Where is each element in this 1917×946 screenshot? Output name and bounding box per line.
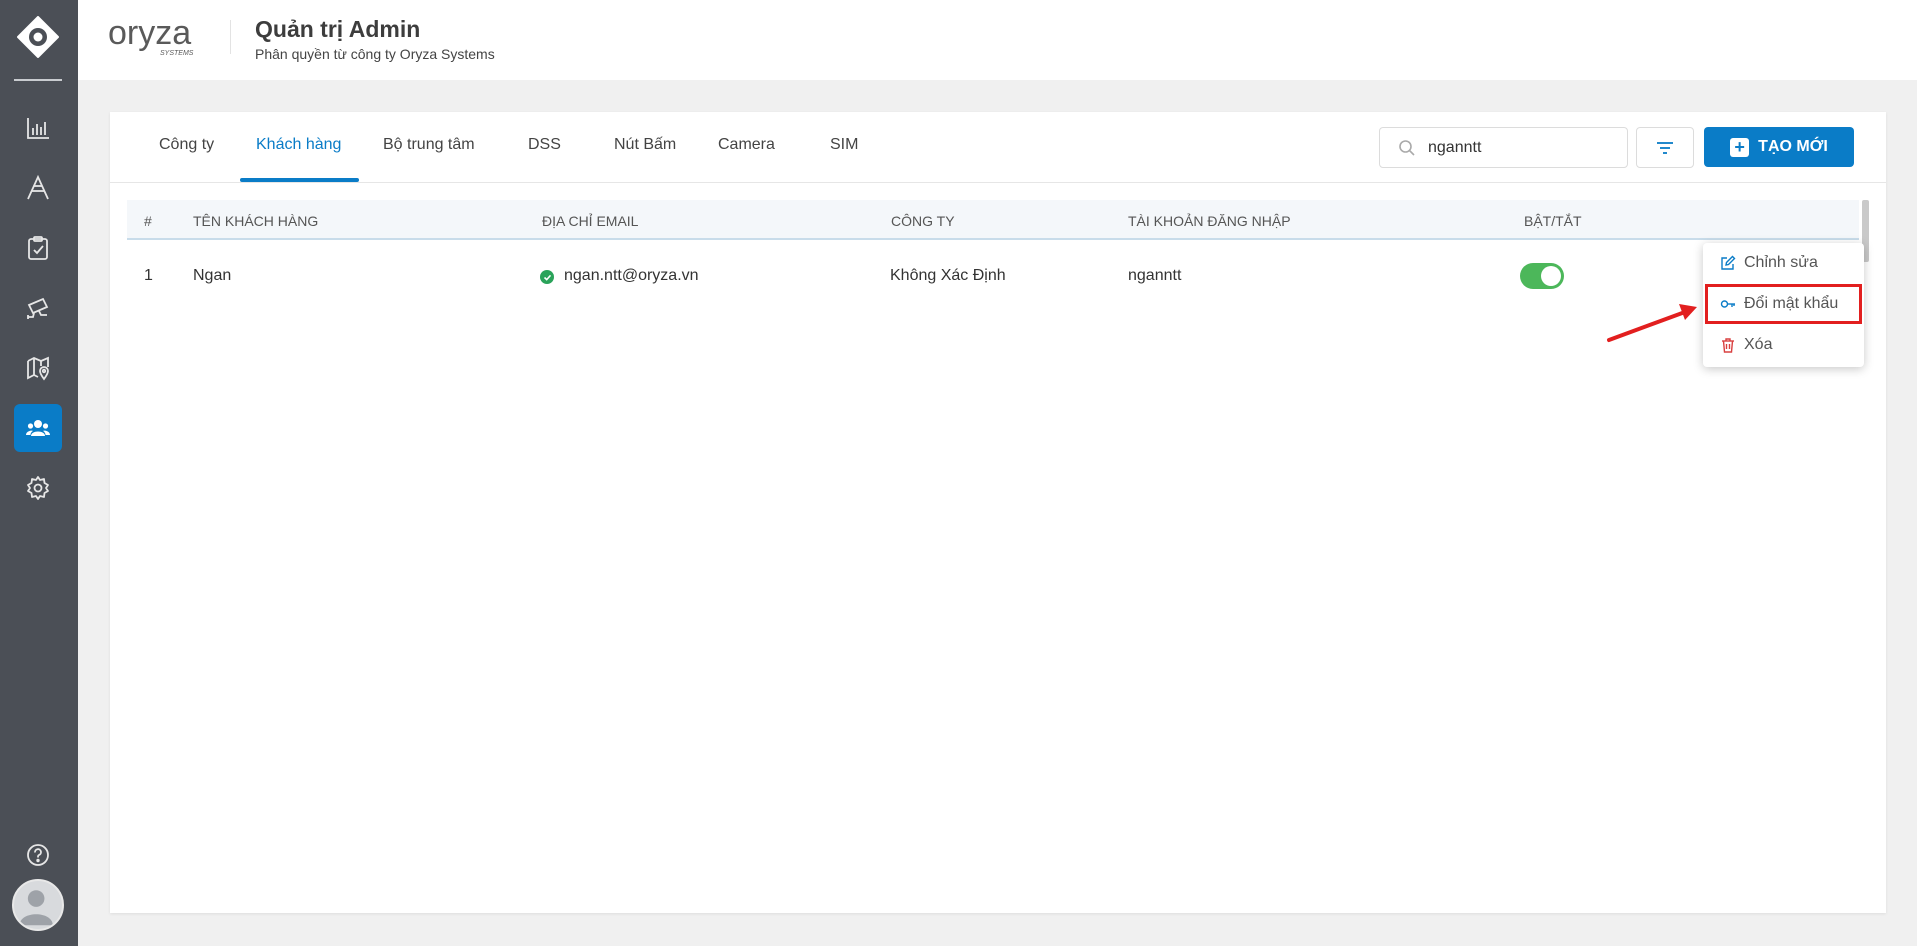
sidebar-item-dashboard[interactable] (14, 104, 62, 152)
tab-dss[interactable]: DSS (528, 136, 561, 183)
header-divider (230, 20, 231, 54)
column-header-toggle: BẬT/TẮT (1524, 213, 1582, 229)
svg-text:SYSTEMS: SYSTEMS (160, 50, 194, 57)
row-name: Ngan (193, 267, 232, 284)
search-input[interactable] (1428, 137, 1618, 159)
clipboard-check-icon (28, 236, 48, 260)
cctv-camera-icon (27, 297, 49, 319)
tab-camera[interactable]: Camera (718, 136, 775, 183)
table-header: # TÊN KHÁCH HÀNG ĐỊA CHỈ EMAIL CÔNG TY T… (127, 200, 1859, 240)
filter-button[interactable] (1636, 127, 1694, 168)
toggle-knob (1541, 266, 1561, 286)
enable-toggle[interactable] (1520, 263, 1564, 289)
svg-text:oryza: oryza (108, 14, 191, 52)
row-index: 1 (144, 267, 153, 284)
trash-icon (1722, 338, 1734, 353)
user-avatar-icon (19, 890, 53, 926)
tab-sim[interactable]: SIM (830, 136, 858, 183)
edit-icon (1721, 255, 1736, 270)
row-email: ngan.ntt@oryza.vn (564, 267, 699, 284)
gear-icon (27, 476, 49, 500)
menu-item-delete-label: Xóa (1744, 336, 1773, 353)
page-subtitle: Phân quyền từ công ty Oryza Systems (255, 46, 495, 62)
tab-customer[interactable]: Khách hàng (256, 136, 341, 183)
sidebar-item-alert[interactable] (14, 164, 62, 212)
row-company: Không Xác Định (890, 267, 1006, 284)
oryza-logo-icon[interactable] (17, 16, 59, 58)
verified-check-icon (540, 270, 554, 284)
page-title: Quản trị Admin (255, 16, 421, 42)
column-header-company: CÔNG TY (891, 213, 955, 229)
sidebar (0, 0, 78, 946)
tab-company[interactable]: Công ty (159, 136, 214, 183)
menu-item-edit-label: Chỉnh sửa (1744, 254, 1818, 271)
column-header-email: ĐỊA CHỈ EMAIL (542, 213, 639, 229)
tab-button[interactable]: Nút Bấm (614, 136, 676, 183)
sidebar-item-map[interactable] (14, 344, 62, 392)
annotation-highlight-box (1705, 284, 1862, 324)
menu-item-delete[interactable]: Xóa (1703, 325, 1864, 365)
user-avatar[interactable] (12, 879, 64, 931)
help-circle-icon (27, 844, 49, 866)
main-card: Công ty Khách hàng Bộ trung tâm DSS Nút … (110, 112, 1886, 913)
search-icon (1399, 140, 1415, 156)
menu-item-edit[interactable]: Chỉnh sửa (1703, 243, 1864, 283)
users-icon (26, 420, 50, 436)
row-login: nganntt (1128, 267, 1182, 284)
app-header: oryza SYSTEMS Quản trị Admin Phân quyền … (78, 0, 1917, 80)
oryza-brand-logo[interactable]: oryza SYSTEMS (108, 14, 218, 60)
filter-icon (1657, 141, 1673, 154)
column-header-name: TÊN KHÁCH HÀNG (193, 213, 319, 229)
plus-icon: + (1730, 137, 1750, 157)
help-button[interactable] (14, 831, 62, 879)
annotation-arrow-icon (1607, 304, 1697, 342)
create-new-button[interactable]: + TẠO MỚI (1704, 127, 1854, 167)
tab-bar: Công ty Khách hàng Bộ trung tâm DSS Nút … (110, 112, 1886, 183)
column-header-login: TÀI KHOẢN ĐĂNG NHẬP (1128, 213, 1291, 229)
map-pin-icon (27, 356, 49, 381)
sidebar-item-settings[interactable] (14, 464, 62, 512)
letter-a-icon (27, 175, 49, 200)
search-box[interactable] (1379, 127, 1628, 168)
active-tab-indicator (240, 178, 359, 182)
sidebar-item-tasks[interactable] (14, 224, 62, 272)
bar-chart-icon (27, 118, 49, 139)
sidebar-item-users[interactable] (14, 404, 62, 452)
sidebar-divider (14, 79, 62, 81)
sidebar-item-camera[interactable] (14, 284, 62, 332)
create-new-label: TẠO MỚI (1758, 138, 1828, 155)
tab-central-unit[interactable]: Bộ trung tâm (383, 136, 475, 183)
column-header-index: # (144, 213, 152, 229)
